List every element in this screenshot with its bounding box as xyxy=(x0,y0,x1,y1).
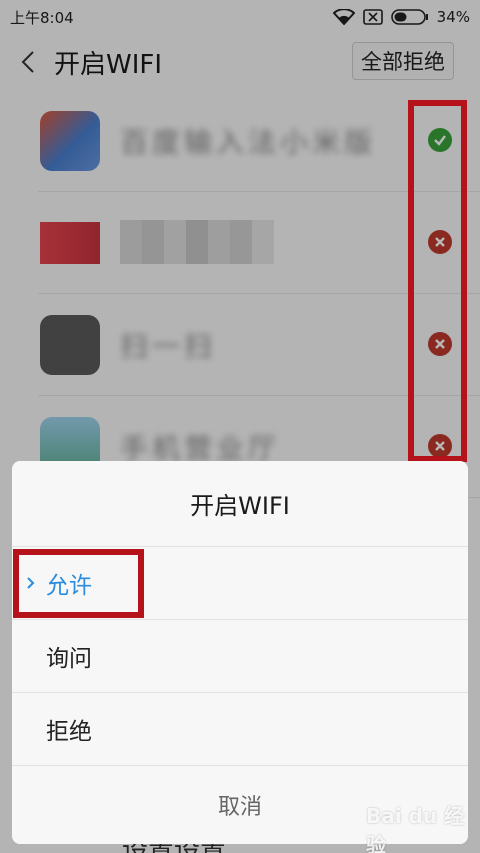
option-ask-label: 询问 xyxy=(46,646,92,672)
option-deny[interactable]: 拒绝 xyxy=(12,693,468,766)
permission-dialog: 开启WIFI 允许 询问 拒绝 取消 xyxy=(12,461,468,844)
highlight-box-status-column xyxy=(408,100,467,462)
watermark-logo: Bai du 经验 xyxy=(366,804,465,853)
highlight-box-allow xyxy=(13,549,144,618)
dialog-title: 开启WIFI xyxy=(12,461,468,547)
option-deny-label: 拒绝 xyxy=(46,719,92,745)
option-ask[interactable]: 询问 xyxy=(12,620,468,693)
